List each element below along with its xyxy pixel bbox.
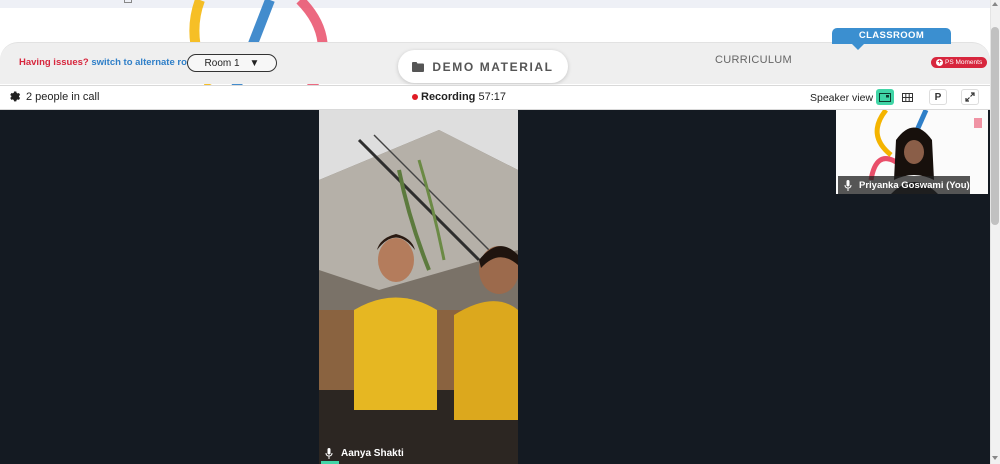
room-select-value: Room 1 — [204, 57, 240, 69]
main-video-tile[interactable] — [319, 110, 518, 464]
issues-notice: Having issues? switch to alternate room — [19, 57, 201, 68]
mic-icon — [844, 179, 852, 191]
recording-time: 57:17 — [478, 91, 506, 103]
main-video-feed — [319, 110, 518, 464]
speaker-layout-button[interactable] — [876, 89, 894, 105]
fullscreen-button[interactable] — [961, 89, 979, 105]
speaker-view-label: Speaker view — [810, 92, 874, 104]
ps-moments-label: PS Moments — [945, 59, 983, 66]
classroom-tab-notch — [852, 44, 864, 50]
main-participant-name: Aanya Shakti — [341, 448, 404, 459]
ps-moments-button[interactable]: + PS Moments — [931, 57, 988, 68]
people-count: 2 people in call — [26, 91, 100, 103]
self-participant-name: Priyanka Goswami (You) — [859, 179, 970, 191]
scroll-down-arrow-icon[interactable] — [992, 456, 998, 460]
classroom-tab[interactable]: CLASSROOM — [832, 28, 951, 50]
mic-icon — [325, 448, 333, 459]
curriculum-tab[interactable]: CURRICULUM — [715, 54, 792, 66]
self-participant-label: Priyanka Goswami (You) — [838, 176, 970, 194]
main-participant-label: Aanya Shakti — [319, 445, 518, 462]
folder-icon — [412, 61, 425, 72]
recording-label: Recording — [421, 91, 476, 103]
top-strip — [0, 0, 990, 8]
record-dot-icon — [412, 94, 418, 100]
fullscreen-icon — [965, 92, 975, 102]
grid-layout-icon — [901, 92, 913, 102]
grid-layout-button[interactable] — [898, 89, 916, 105]
tab-tick — [124, 0, 132, 3]
demo-material-button[interactable]: DEMO MATERIAL — [398, 50, 568, 83]
p-button[interactable]: P — [929, 89, 947, 105]
demo-material-label: DEMO MATERIAL — [432, 59, 554, 74]
switch-room-link[interactable]: switch to alternate room — [91, 57, 201, 68]
app-root: Having issues? switch to alternate room … — [0, 0, 1000, 464]
scroll-thumb[interactable] — [991, 27, 999, 225]
chevron-down-icon: ▼ — [249, 57, 260, 69]
gear-icon[interactable] — [8, 90, 21, 103]
speaker-layout-icon — [879, 92, 891, 102]
classroom-label: CLASSROOM — [858, 30, 925, 41]
issues-text: Having issues? — [19, 57, 89, 68]
room-select[interactable]: Room 1 ▼ — [187, 54, 277, 72]
scroll-up-arrow-icon[interactable] — [992, 2, 998, 6]
plus-icon: + — [936, 59, 943, 66]
recording-status: Recording 57:17 — [421, 91, 506, 103]
